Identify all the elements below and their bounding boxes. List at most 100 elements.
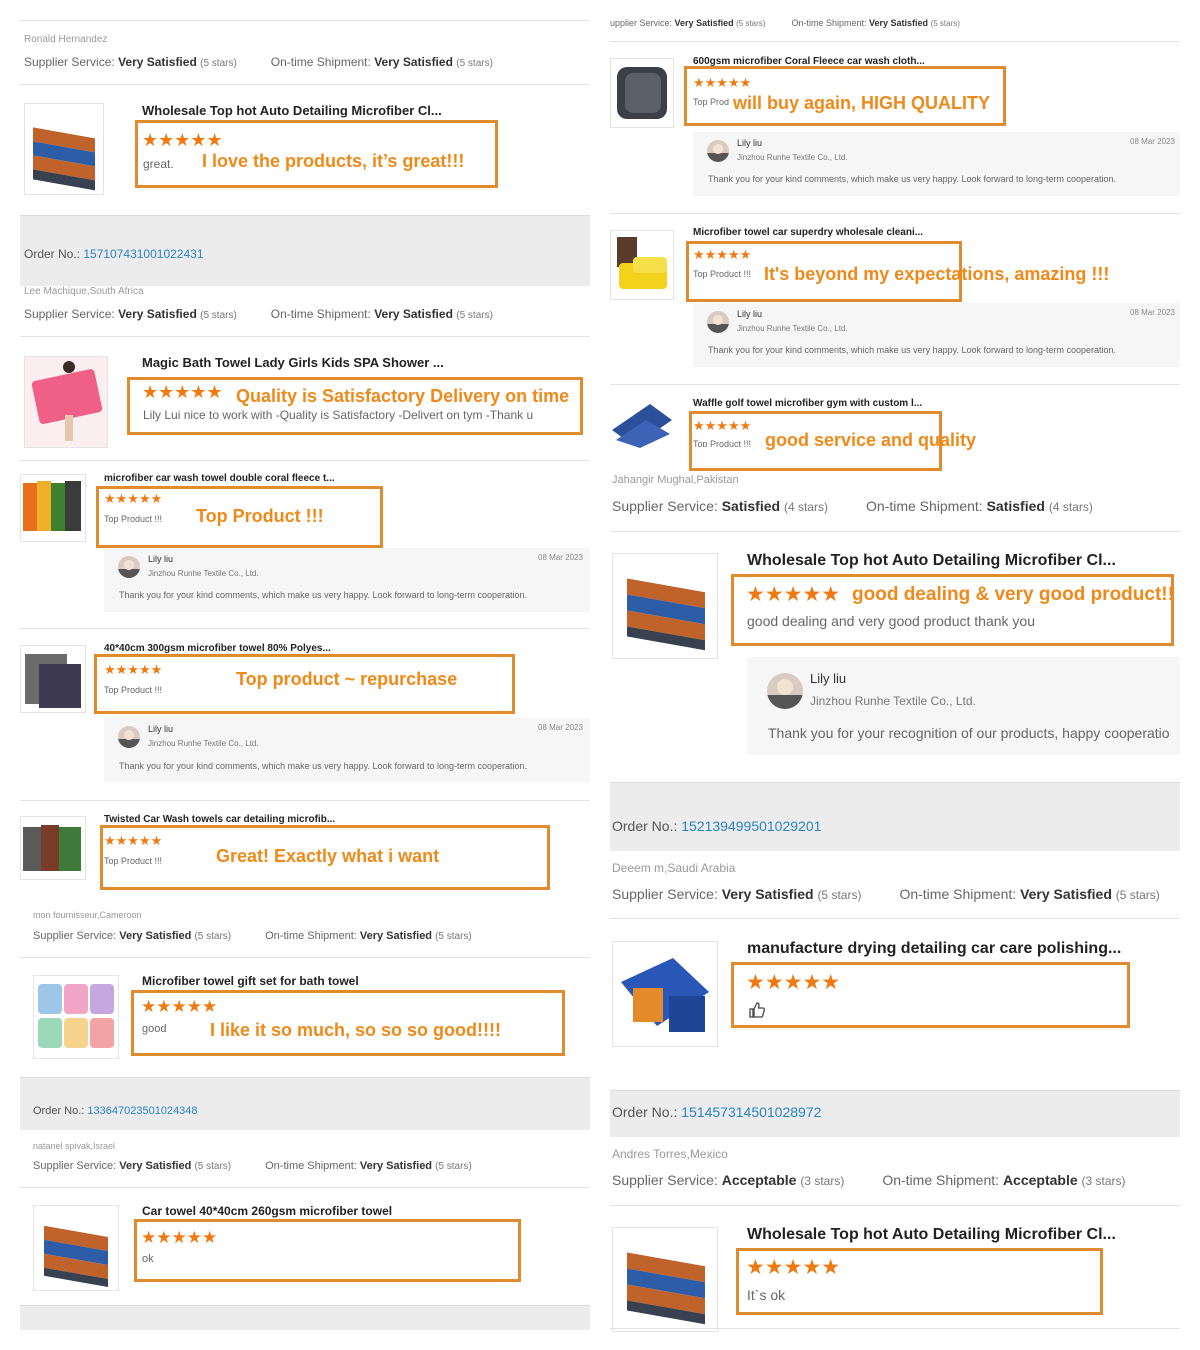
order-number-link[interactable]: 152139499501029201 <box>681 818 821 834</box>
product-thumbnail[interactable] <box>20 816 86 880</box>
supplier-service-stars: (5 stars) <box>194 1161 232 1172</box>
product-thumbnail[interactable] <box>33 975 119 1059</box>
supplier-service-stars: (5 stars) <box>817 888 862 902</box>
product-title[interactable]: Wholesale Top hot Auto Detailing Microfi… <box>142 103 442 118</box>
rating-summary: Supplier Service: Very Satisfied (5 star… <box>33 930 472 942</box>
shipment-label: On-time Shipment: <box>899 886 1017 902</box>
rating-stars: ★★★★★ <box>104 491 163 506</box>
seller-reply: Lily liu Jinzhou Runhe Textile Co., Ltd.… <box>104 718 590 782</box>
supplier-service-stars: (5 stars) <box>736 19 766 28</box>
divider <box>20 84 590 85</box>
product-thumbnail[interactable] <box>20 645 86 713</box>
product-thumbnail[interactable] <box>610 400 672 448</box>
shipment-value: Satisfied <box>986 498 1045 514</box>
shipment-value: Very Satisfied <box>374 55 453 69</box>
rating-stars: ★★★★★ <box>693 75 752 90</box>
product-thumbnail[interactable] <box>610 230 674 300</box>
rating-stars: ★★★★★ <box>746 1256 841 1279</box>
rating-summary: Supplier Service: Acceptable (3 stars) On… <box>612 1172 1126 1188</box>
waffle-towel-image <box>612 404 672 448</box>
top-product-label: Top Product !!! <box>104 514 163 524</box>
shipment-label: On-time Shipment: <box>865 498 983 514</box>
review-callout: Top product ~ repurchase <box>236 669 458 689</box>
thumbs-up-icon <box>749 1002 766 1018</box>
supplier-service-value: Very Satisfied <box>721 886 814 902</box>
top-product-label: Top Product !!! <box>693 439 752 447</box>
divider <box>20 1187 590 1188</box>
reply-name: Lily liu <box>810 671 847 686</box>
product-thumbnail[interactable] <box>24 356 108 448</box>
rating-summary: Supplier Service: Very Satisfied (5 star… <box>33 1160 472 1172</box>
reply-text: Thank you for your kind comments, which … <box>119 761 528 771</box>
order-header <box>610 782 1180 851</box>
product-thumbnail[interactable] <box>612 1227 718 1332</box>
product-title[interactable]: Microfiber towel gift set for bath towel <box>142 974 359 988</box>
avatar <box>707 311 729 333</box>
product-thumbnail[interactable] <box>20 474 86 542</box>
rating-summary: Supplier Service: Satisfied (4 stars) On-… <box>612 498 1093 514</box>
divider <box>610 918 1180 919</box>
order-number-link[interactable]: 133647023501024348 <box>87 1105 197 1117</box>
review-comment: good dealing and very good product thank… <box>747 613 1035 629</box>
review-callout: Top Product !!! <box>196 506 324 526</box>
review-comment: good <box>142 1023 167 1035</box>
product-title[interactable]: 40*40cm 300gsm microfiber towel 80% Poly… <box>104 643 331 654</box>
buyer-name: Andres Torres,Mexico <box>612 1147 728 1161</box>
product-title[interactable]: manufacture drying detailing car care po… <box>747 940 1121 958</box>
rating-stars: ★★★★★ <box>104 662 163 677</box>
shipment-stars: (5 stars) <box>435 1161 472 1172</box>
supplier-service-label: Supplier Service: <box>24 55 115 69</box>
product-thumbnail[interactable] <box>610 58 674 128</box>
product-title[interactable]: Car towel 40*40cm 260gsm microfiber towe… <box>142 1204 392 1218</box>
reply-text: Thank you for your kind comments, which … <box>708 174 1117 184</box>
rating-stars: ★★★★★ <box>142 130 223 150</box>
shipment-value: Very Satisfied <box>869 18 929 28</box>
product-thumbnail[interactable] <box>24 103 104 195</box>
product-title[interactable]: Microfiber towel car superdry wholesale … <box>693 227 923 238</box>
divider <box>20 460 590 461</box>
product-title[interactable]: Wholesale Top hot Auto Detailing Microfi… <box>747 1226 1116 1244</box>
divider <box>610 384 1180 385</box>
shipment-stars: (4 stars) <box>1048 500 1093 514</box>
top-product-label: Top Product !!! <box>104 856 163 866</box>
supplier-service-label: Supplier Service: <box>612 886 718 902</box>
yellow-towel-image <box>617 237 667 289</box>
supplier-service-label: Supplier Service: <box>612 1172 718 1188</box>
divider <box>610 1328 1180 1329</box>
product-thumbnail[interactable] <box>612 553 718 659</box>
twisted-towels-image <box>23 825 81 871</box>
avatar <box>118 556 140 578</box>
supplier-service-value: Very Satisfied <box>119 930 192 942</box>
rating-stars: ★★★★★ <box>746 971 841 994</box>
product-title[interactable]: microfiber car wash towel double coral f… <box>104 473 335 484</box>
review-comment: It`s ok <box>747 1287 786 1303</box>
reply-company: Jinzhou Runhe Textile Co., Ltd. <box>148 569 259 578</box>
rating-summary: Supplier Service: Very Satisfied (5 star… <box>612 886 1160 902</box>
reply-name: Lily liu <box>148 724 174 734</box>
shipment-value: Very Satisfied <box>359 930 433 942</box>
top-product-label: Top Prod <box>693 97 730 107</box>
shipment-label: On-time Shipment: <box>270 307 371 321</box>
shipment-label: On-time Shipment: <box>265 1160 357 1172</box>
order-number-link[interactable]: 151457314501028972 <box>681 1104 821 1120</box>
product-title[interactable]: Waffle golf towel microfiber gym with cu… <box>693 398 922 409</box>
product-title[interactable]: Magic Bath Towel Lady Girls Kids SPA Sho… <box>142 355 444 370</box>
divider <box>20 20 590 21</box>
order-number-link[interactable]: 157107431001022431 <box>83 247 203 261</box>
rating-stars: ★★★★★ <box>141 1228 218 1247</box>
product-title[interactable]: Twisted Car Wash towels car detailing mi… <box>104 814 335 825</box>
review-comment: ok <box>142 1253 154 1265</box>
towel-stack-image <box>33 127 95 191</box>
rating-stars: ★★★★★ <box>141 997 218 1016</box>
product-thumbnail[interactable] <box>612 941 718 1047</box>
shipment-value: Very Satisfied <box>374 307 453 321</box>
coral-fleece-cloth-image <box>617 67 667 119</box>
shipment-stars: (3 stars) <box>1081 1174 1126 1188</box>
shipment-label: On-time Shipment: <box>882 1172 1000 1188</box>
product-thumbnail[interactable] <box>33 1205 119 1291</box>
coral-fleece-towels-image <box>23 481 81 531</box>
supplier-service-value: Acceptable <box>721 1172 797 1188</box>
blue-towel-kit-image <box>621 958 709 1032</box>
product-title[interactable]: Wholesale Top hot Auto Detailing Microfi… <box>747 552 1116 570</box>
order-number: Order No.: 152139499501029201 <box>612 818 821 834</box>
